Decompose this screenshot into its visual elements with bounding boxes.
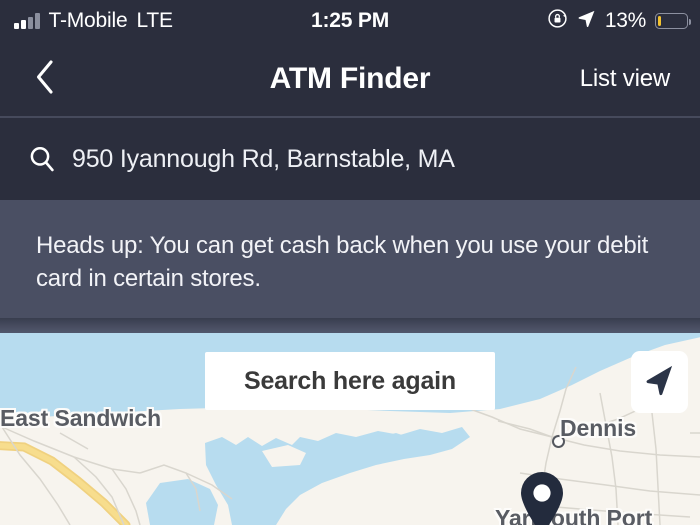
navigation-arrow-icon	[643, 363, 676, 401]
battery-icon	[655, 13, 692, 29]
search-here-again-button[interactable]: Search here again	[205, 352, 495, 410]
search-icon	[27, 144, 57, 174]
status-bar: T-Mobile LTE 1:25 PM 13%	[0, 0, 700, 42]
search-input[interactable]: 950 Iyannough Rd, Barnstable, MA	[72, 145, 455, 174]
atm-finder-screen: T-Mobile LTE 1:25 PM 13% ATM Finder List…	[0, 0, 700, 525]
list-view-button[interactable]: List view	[580, 65, 670, 93]
cash-back-banner: Heads up: You can get cash back when you…	[0, 200, 700, 333]
banner-message: Heads up: You can get cash back when you…	[36, 232, 649, 292]
clock-label: 1:25 PM	[311, 9, 389, 32]
battery-percent-label: 13%	[604, 9, 646, 32]
rotation-lock-icon	[547, 8, 568, 34]
map-pin-icon[interactable]	[517, 470, 567, 525]
poi-dot-dennis[interactable]	[552, 435, 565, 448]
battery-fill	[657, 15, 662, 27]
search-bar[interactable]: 950 Iyannough Rd, Barnstable, MA	[0, 118, 700, 200]
locate-me-button[interactable]	[631, 351, 688, 413]
navigation-bar: ATM Finder List view	[0, 42, 700, 116]
location-services-icon	[577, 9, 596, 33]
status-bar-right: 13%	[547, 0, 692, 42]
